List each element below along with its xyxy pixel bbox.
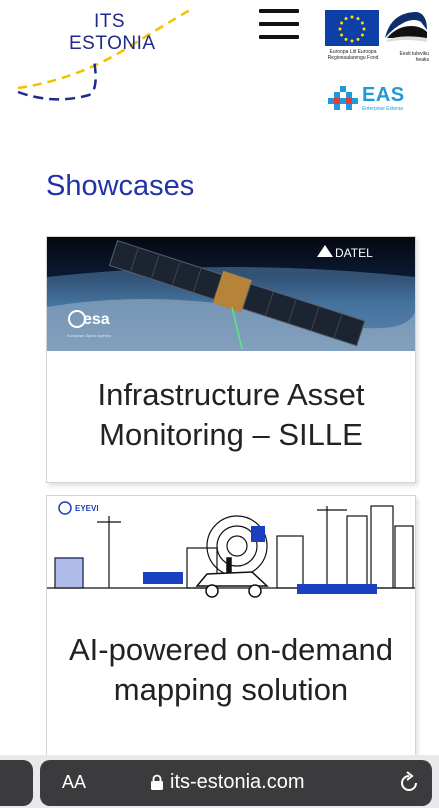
its-estonia-logo[interactable]: ITS ESTONIA (14, 0, 204, 110)
esa-brand: esa (83, 311, 110, 328)
logo-text-its: ITS (94, 11, 126, 32)
eas-mark-icon (328, 86, 358, 110)
eas-subtitle: Enterprise Estonia (362, 106, 403, 112)
url-display[interactable]: its-estonia.com (150, 771, 305, 794)
card-title-ai-mapping[interactable]: AI-powered on-demand mapping solution (47, 630, 415, 710)
datel-brand: DATEL (335, 246, 373, 260)
section-title: Showcases (46, 170, 195, 202)
text-size-button[interactable]: AA (62, 772, 86, 793)
lock-icon (151, 774, 163, 790)
card-title-sille[interactable]: Infrastructure Asset Monitoring – SILLE (47, 375, 415, 455)
eu-flag-icon (325, 10, 379, 46)
eas-logo: EAS Enterprise Estonia (328, 84, 428, 116)
address-bar[interactable]: AA its-estonia.com (40, 760, 432, 806)
mapping-illustration: EYEVI (47, 496, 415, 606)
logo-text-estonia: ESTONIA (69, 33, 156, 54)
eesti-swallow-icon (381, 8, 429, 48)
showcase-card-sille[interactable]: esa European Space Agency DATEL Infrastr… (46, 236, 416, 483)
eu-fund-caption: Euroopa Liit Euroopa Regionaalarengu Fon… (327, 49, 379, 61)
esa-sub: European Space Agency (67, 333, 111, 338)
eesti-caption: Eesti tuleviku heaks (399, 51, 429, 63)
satellite-image: esa European Space Agency DATEL (47, 237, 415, 351)
showcase-card-ai-mapping[interactable]: EYEVI AI-powered on-demand mapping solut… (46, 495, 416, 757)
menu-icon[interactable] (259, 9, 299, 41)
eyevi-brand: EYEVI (75, 504, 99, 513)
reload-icon[interactable] (397, 771, 421, 795)
site-header: ITS ESTONIA Euroopa Liit Euroopa Regiona… (0, 0, 439, 130)
eas-word: EAS (362, 84, 405, 106)
url-text: its-estonia.com (170, 771, 305, 793)
previous-tab-edge[interactable] (0, 760, 33, 806)
